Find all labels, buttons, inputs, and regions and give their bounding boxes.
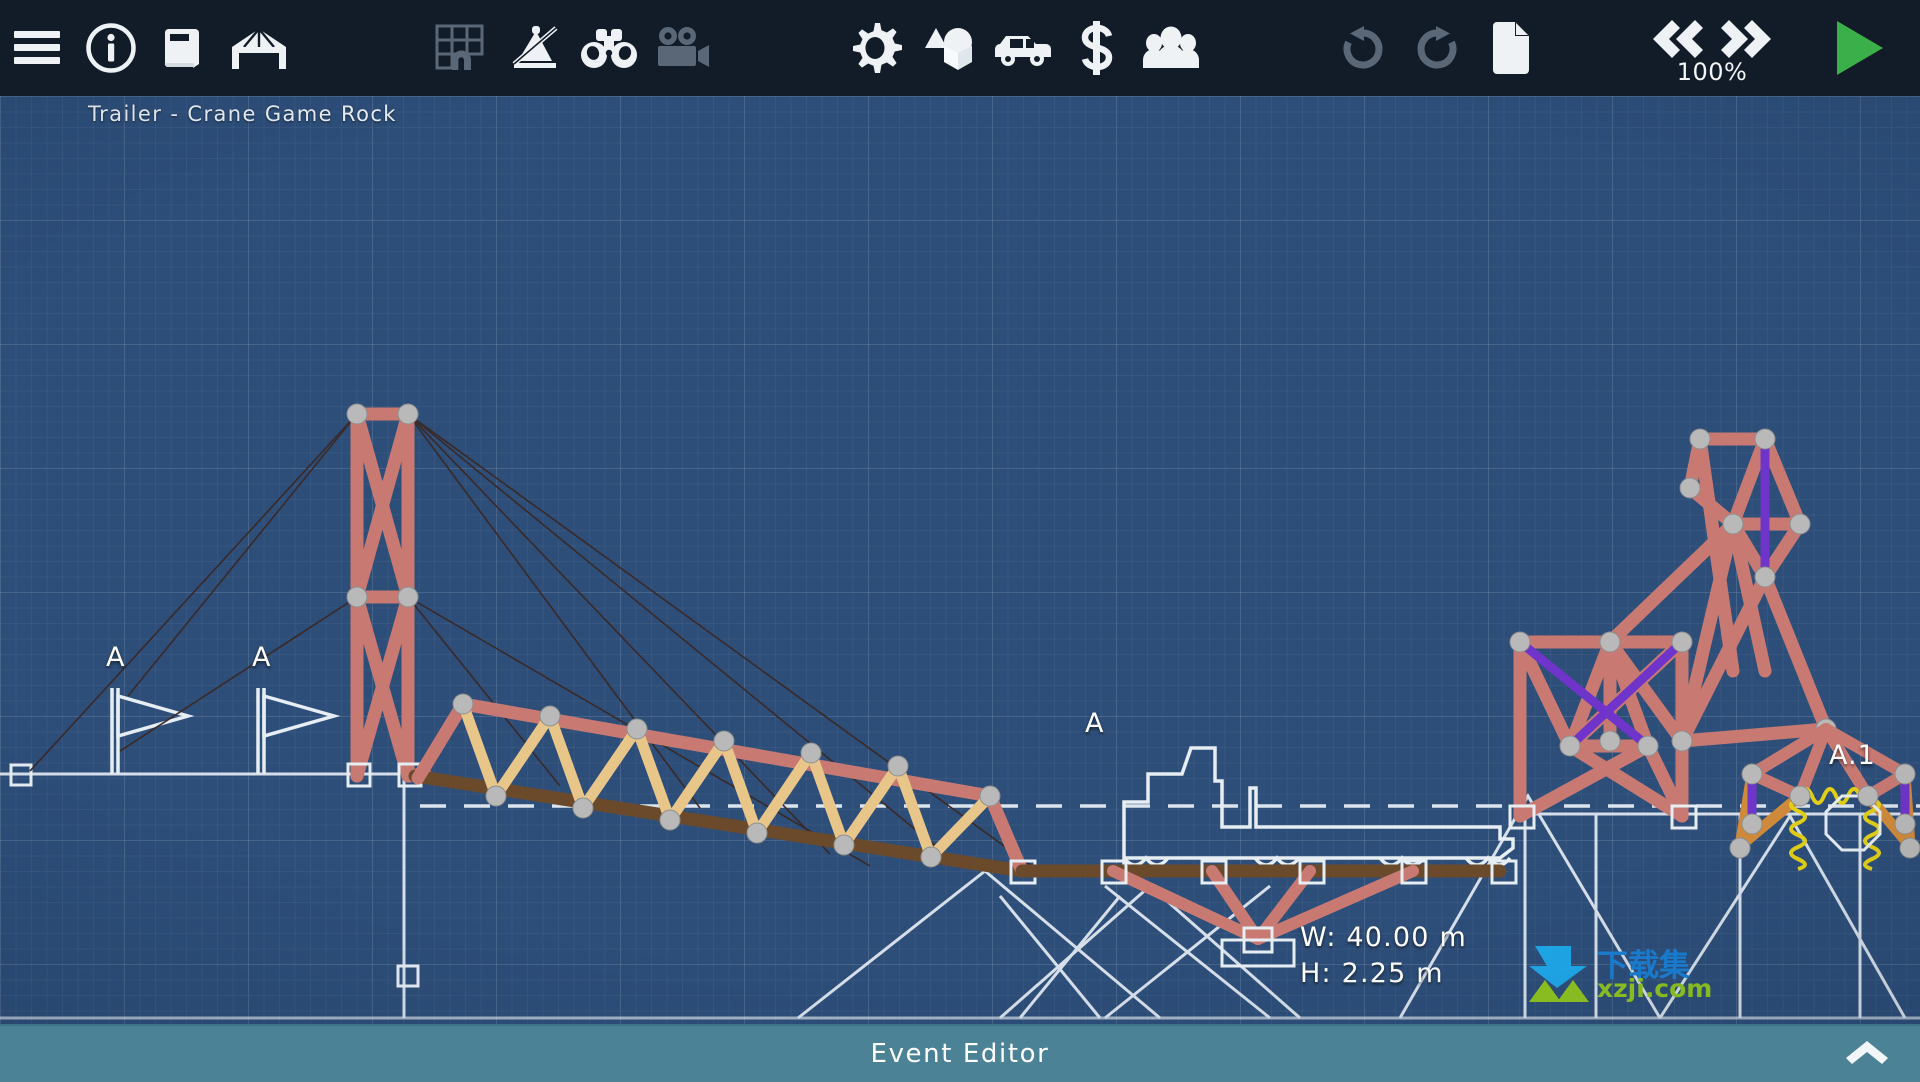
bridge-icon[interactable]: [222, 0, 296, 96]
gear-icon[interactable]: [838, 0, 912, 96]
top-toolbar: 100%: [0, 0, 1920, 96]
speed-value: 100%: [1676, 58, 1748, 86]
level-title: Trailer - Crane Game Rock: [88, 102, 397, 126]
redo-icon[interactable]: [1400, 0, 1474, 96]
file-icon[interactable]: [1474, 0, 1548, 96]
game-window: 100% Trailer - Crane Game Rock A A A A.1…: [0, 0, 1920, 1082]
zone-label-a1: A.1: [1829, 740, 1876, 771]
movie-camera-icon[interactable]: [646, 0, 720, 96]
event-editor-bar[interactable]: Event Editor: [0, 1024, 1920, 1082]
people-icon[interactable]: [1134, 0, 1208, 96]
checkpoint-flags: [110, 688, 341, 774]
toolbar-group-left: [0, 0, 296, 96]
play-icon[interactable]: [1810, 0, 1906, 96]
vehicle-icon[interactable]: [986, 0, 1060, 96]
toolbar-group-build: [838, 0, 1208, 96]
grid-snap-icon[interactable]: [424, 0, 498, 96]
measure-height: H: 2.25 m: [1300, 958, 1444, 989]
watermark-en: xzji.com: [1597, 974, 1713, 1003]
blueprint-canvas[interactable]: Trailer - Crane Game Rock A A A A.1 W: 4…: [0, 96, 1920, 1024]
right-crane-structure: [1508, 428, 1837, 830]
shapes-icon[interactable]: [912, 0, 986, 96]
info-icon[interactable]: [74, 0, 148, 96]
flag-label-a-1: A: [106, 642, 126, 673]
flag-label-a-2: A: [252, 642, 272, 673]
toolbar-group-edit: [1326, 0, 1548, 96]
chevron-up-icon[interactable]: [1844, 1038, 1890, 1070]
bridge-scene: Trailer - Crane Game Rock A A A A.1 W: 4…: [0, 96, 1920, 1024]
anchor-markers: [9, 763, 420, 988]
slope-icon[interactable]: [498, 0, 572, 96]
book-icon[interactable]: [148, 0, 222, 96]
dollar-icon[interactable]: [1060, 0, 1134, 96]
binoculars-icon[interactable]: [572, 0, 646, 96]
spring-assembly: [1729, 723, 1920, 871]
suspension-cables: [29, 413, 1041, 873]
event-editor-title: Event Editor: [870, 1039, 1050, 1069]
simulation-speed: 100%: [1614, 0, 1810, 96]
watermark: 下载集 xzji.com: [1527, 942, 1712, 1004]
menu-icon[interactable]: [0, 0, 74, 96]
truck-outline: [1122, 746, 1515, 871]
undo-icon[interactable]: [1326, 0, 1400, 96]
zone-label-a: A: [1085, 708, 1105, 739]
measure-width: W: 40.00 m: [1300, 922, 1467, 953]
toolbar-group-view: [424, 0, 720, 96]
